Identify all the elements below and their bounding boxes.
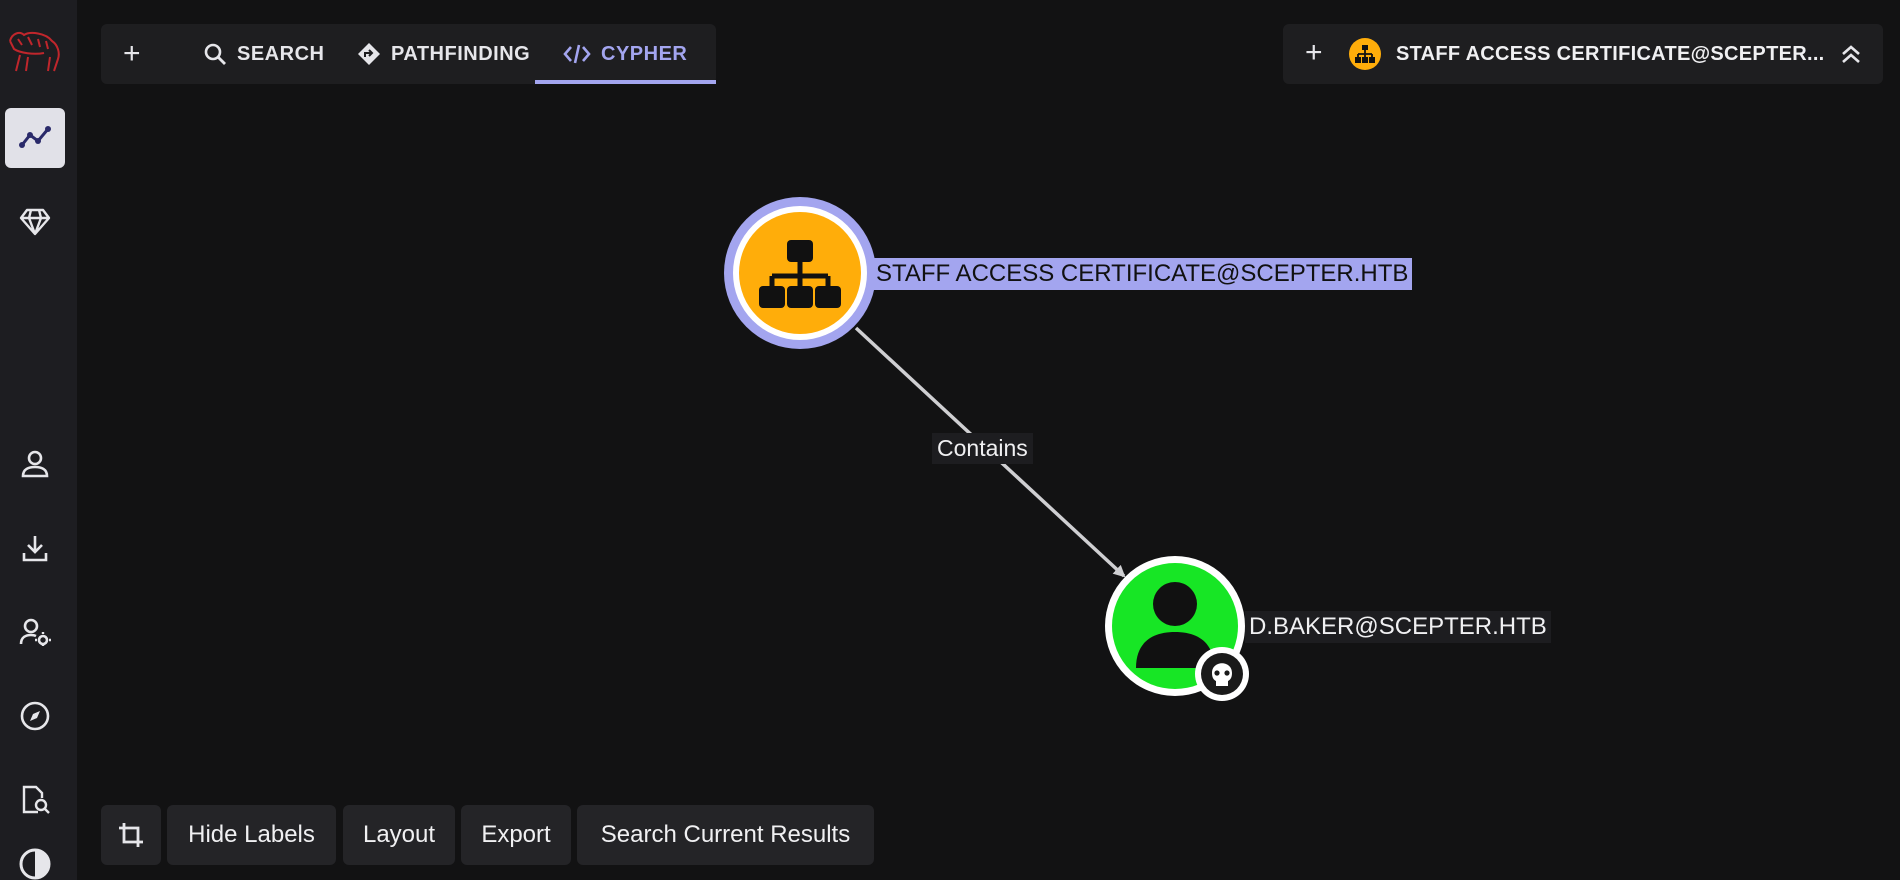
graph-node-user[interactable] — [1105, 556, 1249, 701]
hide-labels-button[interactable]: Hide Labels — [167, 805, 336, 865]
crop-icon — [119, 823, 143, 847]
export-button[interactable]: Export — [461, 805, 571, 865]
node-label-ou[interactable]: STAFF ACCESS CERTIFICATE@SCEPTER.HTB — [872, 258, 1413, 290]
graph-node-ou[interactable] — [724, 197, 876, 349]
fit-to-screen-button[interactable] — [101, 805, 161, 865]
search-current-results-button[interactable]: Search Current Results — [577, 805, 874, 865]
node-label-user[interactable]: D.BAKER@SCEPTER.HTB — [1245, 611, 1551, 643]
edge-label-contains[interactable]: Contains — [932, 433, 1033, 464]
owned-skull-icon — [1195, 647, 1249, 701]
layout-button[interactable]: Layout — [343, 805, 455, 865]
